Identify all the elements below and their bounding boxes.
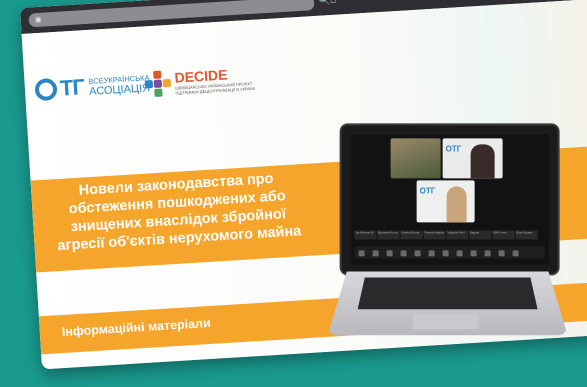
participant-thumb: Лілія Бідзюк <box>515 230 538 240</box>
participant-thumb: Весняна Алла <box>377 230 400 240</box>
participant-thumb: Гайдабн Мілі <box>446 230 469 240</box>
participant-thumb: Гав Мілена М <box>354 230 377 240</box>
participant-thumb: Вадим <box>469 230 492 240</box>
laptop-trackpad <box>412 313 479 330</box>
participant-thumb: SMK/ Інна <box>492 230 515 240</box>
participant-video: ОТГ <box>416 180 475 223</box>
decide-logo-mark <box>144 70 172 98</box>
laptop-lid: ОТГ ОТГ Гав Мілена М Весняна Алла Олена Мо… <box>339 123 560 276</box>
participant-thumb: Олена Москв <box>400 230 423 240</box>
participant-video: ОТГ <box>442 138 503 179</box>
decide-logo: DECIDE ШВЕЙЦАРСЬКО-УКРАЇНСЬКИЙ ПРОЄКТ ПІ… <box>144 62 256 101</box>
video-call-screen: ОТГ ОТГ Гав Мілена М Весняна Алла Олена Мо… <box>350 134 549 265</box>
participant-strip: Гав Мілена М Весняна Алла Олена Москв Галин… <box>354 230 545 240</box>
laptop-illustration: ОТГ ОТГ Гав Мілена М Весняна Алла Олена Мо… <box>328 123 558 335</box>
globe-icon: ◉ <box>34 14 42 25</box>
participant-video <box>390 138 441 179</box>
slide-content: ТГ ВСЕУКРАЇНСЬКА АСОЦІАЦІЯ DECIDE ШВЕЙЦА… <box>21 0 587 370</box>
participant-thumb: Галина Каміла <box>423 230 446 240</box>
call-toolbar <box>354 246 545 259</box>
tile-logo: ОТГ <box>419 186 436 196</box>
otg-logo-letters: ТГ <box>59 74 85 101</box>
browser-window: ◉ 🔍 ⌂ _ ☐ ✕ ТГ ВСЕУКРАЇНСЬКА АСОЦІАЦІЯ <box>20 0 587 370</box>
laptop-keyboard <box>358 277 538 309</box>
otg-logo-subtitle: ВСЕУКРАЇНСЬКА АСОЦІАЦІЯ <box>88 73 150 98</box>
otg-logo: ТГ ВСЕУКРАЇНСЬКА АСОЦІАЦІЯ <box>34 68 151 105</box>
search-icon[interactable]: 🔍 <box>318 0 331 9</box>
home-icon[interactable]: ⌂ <box>330 0 337 8</box>
tile-logo: ОТГ <box>445 144 462 154</box>
otg-logo-mark <box>34 77 58 102</box>
